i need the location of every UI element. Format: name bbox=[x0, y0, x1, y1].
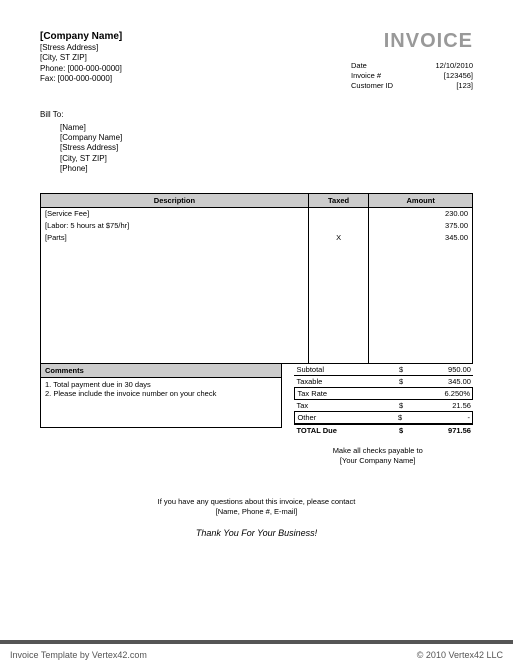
invoice-title: INVOICE bbox=[351, 30, 473, 53]
table-row: [Service Fee] 230.00 bbox=[41, 207, 473, 219]
taxable-label: Taxable bbox=[296, 377, 399, 386]
col-amount: Amount bbox=[369, 193, 473, 207]
tax-value: 21.56 bbox=[411, 401, 471, 410]
col-description: Description bbox=[41, 193, 309, 207]
cell-description: [Service Fee] bbox=[41, 207, 309, 219]
bill-to-label: Bill To: bbox=[40, 110, 473, 120]
cell-taxed: X bbox=[308, 231, 368, 243]
date-value: 12/10/2010 bbox=[418, 61, 473, 71]
taxrate-value: 6.250% bbox=[410, 389, 470, 398]
contact-line1: If you have any questions about this inv… bbox=[40, 497, 473, 508]
footer-left: Invoice Template by Vertex42.com bbox=[10, 650, 147, 660]
thank-you: Thank You For Your Business! bbox=[40, 528, 473, 538]
customer-id-label: Customer ID bbox=[351, 81, 406, 91]
subtotal-currency: $ bbox=[399, 365, 411, 374]
cell-amount: 230.00 bbox=[369, 207, 473, 219]
line-items-table: Description Taxed Amount [Service Fee] 2… bbox=[40, 193, 473, 364]
comments-header: Comments bbox=[40, 364, 282, 378]
company-address: [Stress Address] bbox=[40, 43, 122, 53]
cell-amount: 345.00 bbox=[369, 231, 473, 243]
invoice-number-label: Invoice # bbox=[351, 71, 406, 81]
bill-to-address: [Stress Address] bbox=[60, 143, 473, 153]
subtotal-label: Subtotal bbox=[296, 365, 399, 374]
invoice-number-value: [123456] bbox=[418, 71, 473, 81]
cell-taxed bbox=[308, 219, 368, 231]
total-due-value: 971.56 bbox=[411, 426, 471, 435]
bill-to-city: [City, ST ZIP] bbox=[60, 154, 473, 164]
payable-line2: [Your Company Name] bbox=[282, 456, 473, 467]
comments-block: Comments 1. Total payment due in 30 days… bbox=[40, 364, 282, 436]
bill-to-name: [Name] bbox=[60, 123, 473, 133]
other-currency: $ bbox=[398, 413, 410, 422]
bill-to-company: [Company Name] bbox=[60, 133, 473, 143]
company-city: [City, ST ZIP] bbox=[40, 53, 122, 63]
payable-line1: Make all checks payable to bbox=[282, 446, 473, 457]
comment-line: 2. Please include the invoice number on … bbox=[45, 389, 277, 399]
total-due-currency: $ bbox=[399, 426, 411, 435]
cell-amount: 375.00 bbox=[369, 219, 473, 231]
invoice-block: INVOICE Date 12/10/2010 Invoice # [12345… bbox=[351, 30, 473, 90]
page-footer: Invoice Template by Vertex42.com © 2010 … bbox=[0, 640, 513, 666]
table-row: [Labor: 5 hours at $75/hr] 375.00 bbox=[41, 219, 473, 231]
cell-description: [Parts] bbox=[41, 231, 309, 243]
tax-label: Tax bbox=[296, 401, 399, 410]
date-label: Date bbox=[351, 61, 406, 71]
comment-line: 1. Total payment due in 30 days bbox=[45, 380, 277, 390]
cell-taxed bbox=[308, 207, 368, 219]
bill-to-phone: [Phone] bbox=[60, 164, 473, 174]
total-due-label: TOTAL Due bbox=[296, 426, 399, 435]
taxrate-label: Tax Rate bbox=[297, 389, 398, 398]
contact-line2: [Name, Phone #, E-mail] bbox=[40, 507, 473, 518]
other-value: - bbox=[410, 413, 470, 422]
taxable-currency: $ bbox=[399, 377, 411, 386]
table-filler bbox=[41, 243, 473, 363]
contact-block: If you have any questions about this inv… bbox=[40, 497, 473, 518]
company-block: [Company Name] [Stress Address] [City, S… bbox=[40, 30, 122, 90]
col-taxed: Taxed bbox=[308, 193, 368, 207]
subtotal-value: 950.00 bbox=[411, 365, 471, 374]
company-phone: Phone: [000-000-0000] bbox=[40, 64, 122, 74]
table-row: [Parts] X 345.00 bbox=[41, 231, 473, 243]
cell-description: [Labor: 5 hours at $75/hr] bbox=[41, 219, 309, 231]
company-fax: Fax: [000-000-0000] bbox=[40, 74, 122, 84]
taxable-value: 345.00 bbox=[411, 377, 471, 386]
bill-to-block: Bill To: [Name] [Company Name] [Stress A… bbox=[40, 110, 473, 174]
other-label: Other bbox=[297, 413, 398, 422]
company-name: [Company Name] bbox=[40, 30, 122, 43]
footer-right: © 2010 Vertex42 LLC bbox=[417, 650, 503, 660]
payable-block: Make all checks payable to [Your Company… bbox=[282, 446, 473, 467]
customer-id-value: [123] bbox=[418, 81, 473, 91]
totals-block: Subtotal $ 950.00 Taxable $ 345.00 Tax R… bbox=[282, 364, 473, 436]
tax-currency: $ bbox=[399, 401, 411, 410]
